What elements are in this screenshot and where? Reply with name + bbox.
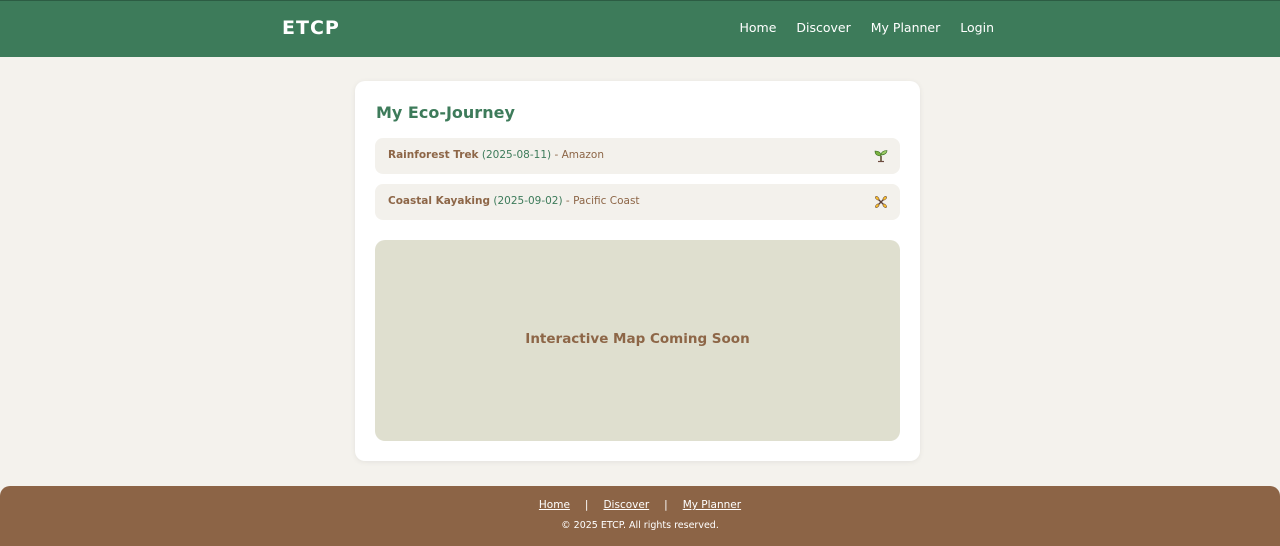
eco-journey-card: My Eco-Journey Rainforest Trek (2025-08-… (355, 81, 920, 461)
nav-my-planner-link[interactable]: My Planner (871, 20, 941, 35)
trip-location: Amazon (561, 149, 605, 161)
card-title: My Eco-Journey (376, 103, 515, 122)
nav-home-link[interactable]: Home (739, 20, 776, 35)
trip-date: (2025-09-02) (493, 195, 563, 207)
map-coming-soon-label: Interactive Map Coming Soon (525, 331, 750, 347)
nav-login-link[interactable]: Login (960, 20, 994, 35)
paddle-icon (875, 196, 887, 208)
trip-name: Coastal Kayaking (388, 195, 491, 207)
footer-separator: | (584, 499, 589, 511)
trip-text: Coastal Kayaking (2025-09-02) - Pacific … (388, 195, 640, 207)
trip-date: (2025-08-11) (481, 149, 552, 161)
trip-name: Rainforest Trek (388, 149, 479, 161)
map-placeholder: Interactive Map Coming Soon (375, 240, 900, 441)
top-navbar: ETCP Home Discover My Planner Login (0, 0, 1280, 57)
trip-text: Rainforest Trek (2025-08-11) - Amazon (388, 149, 604, 161)
trip-item[interactable]: Rainforest Trek (2025-08-11) - Amazon (375, 138, 900, 174)
trip-separator: - (551, 149, 562, 161)
trip-item[interactable]: Coastal Kayaking (2025-09-02) - Pacific … (375, 184, 900, 220)
footer-nav: Home | Discover | My Planner (0, 499, 1280, 511)
trip-location: Pacific Coast (573, 195, 640, 207)
nav-discover-link[interactable]: Discover (796, 20, 850, 35)
page-footer: Home | Discover | My Planner © 2025 ETCP… (0, 486, 1280, 546)
copyright-text: © 2025 ETCP. All rights reserved. (561, 520, 719, 531)
footer-separator: | (664, 499, 668, 511)
footer-home-link[interactable]: Home (539, 499, 570, 511)
brand-logo[interactable]: ETCP (282, 17, 340, 39)
trip-separator: - (562, 195, 574, 207)
main-nav: Home Discover My Planner Login (739, 20, 994, 35)
seedling-icon (874, 150, 888, 163)
footer-my-planner-link[interactable]: My Planner (683, 499, 741, 511)
footer-discover-link[interactable]: Discover (603, 499, 649, 511)
